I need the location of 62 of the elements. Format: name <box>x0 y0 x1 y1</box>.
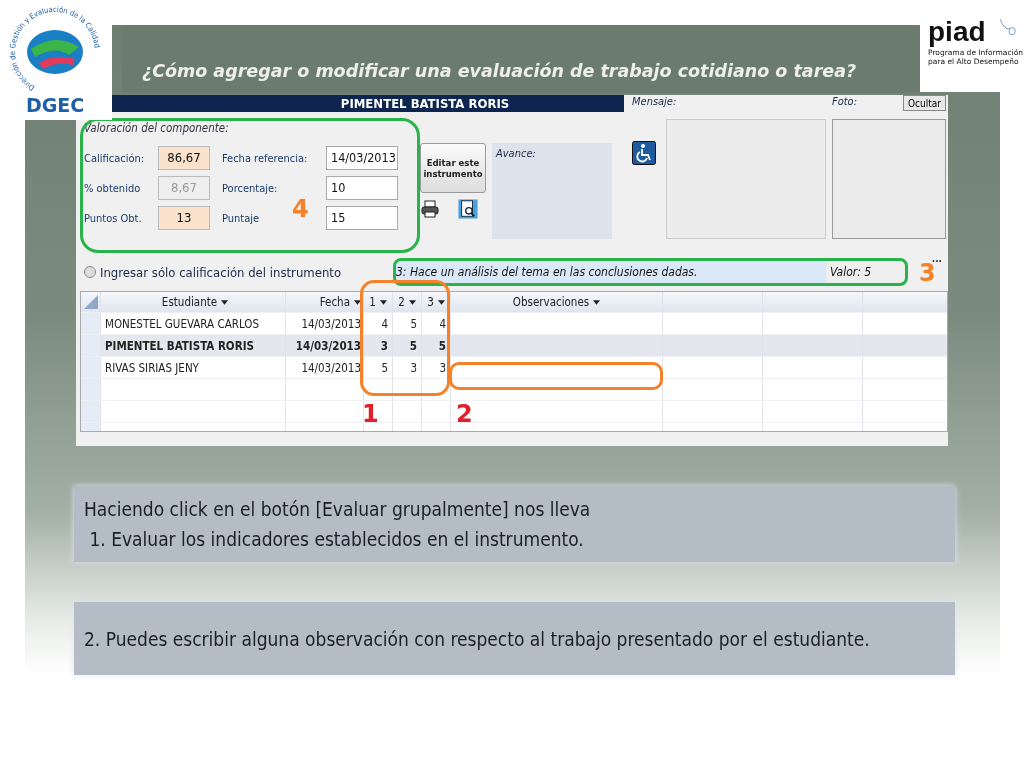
logo-text: DGEC <box>26 94 85 116</box>
caret-icon[interactable] <box>354 299 361 305</box>
field-label: Puntos Obt. <box>84 211 143 225</box>
edit-button[interactable]: Editar este instrumento <box>420 143 486 193</box>
message-label: Mensaje: <box>632 95 678 109</box>
caret-icon[interactable] <box>221 299 229 305</box>
step-number: 4 <box>292 195 309 223</box>
step-number: 2 <box>456 400 473 428</box>
radio-button[interactable] <box>84 266 96 278</box>
table-cell: 3 <box>380 338 388 353</box>
table-cell: 4 <box>381 316 388 331</box>
field-label: Fecha referencia: <box>222 151 308 165</box>
printer-icon[interactable] <box>420 199 440 219</box>
field-label: Puntaje <box>222 211 260 225</box>
wheelchair-icon[interactable] <box>632 141 656 165</box>
caret-icon[interactable] <box>437 299 445 305</box>
field-label: Porcentaje: <box>222 181 278 195</box>
slide-title: ¿Cómo agregar o modificar una evaluación de trabajo cotidiano o tarea? <box>142 61 857 81</box>
column-header[interactable]: 1 <box>364 292 393 312</box>
table-cell: 14/03/2013 <box>295 338 361 353</box>
note-text: 2. Puedes escribir alguna observación con respecto al trabajo presentado por el estudiante. <box>84 626 871 652</box>
column-header[interactable]: Fecha <box>286 292 364 312</box>
hide-button[interactable]: Ocultar <box>903 95 946 111</box>
note-text: Haciendo click en el botón [Evaluar grupalmente] nos lleva <box>84 497 592 522</box>
table-cell: 5 <box>438 338 446 353</box>
table-cell: PIMENTEL BATISTA RORIS <box>105 338 254 353</box>
criterion-text: 3: Hace un análisis del tema en las conclusiones dadas. <box>396 265 698 279</box>
table-cell: 4 <box>439 316 446 331</box>
field-label: Calificación: <box>84 151 146 165</box>
column-header[interactable]: Estudiante <box>101 292 286 312</box>
caret-icon[interactable] <box>379 299 387 305</box>
input-field[interactable]: 14/03/2013 <box>326 146 398 170</box>
caret-icon[interactable] <box>408 299 416 305</box>
step-number: 1 <box>362 400 379 428</box>
table-cell: 5 <box>381 360 388 375</box>
table-cell: RIVAS SIRIAS JENY <box>105 360 199 375</box>
panel-label: Avance: <box>496 147 536 160</box>
more-text: ... <box>931 253 942 264</box>
note-text: 1. Evaluar los indicadores establecidos en el instrumento. <box>88 527 585 552</box>
group-title: Valoración del componente: <box>84 121 230 135</box>
table-cell: MONESTEL GUEVARA CARLOS <box>105 316 259 331</box>
table-cell: 5 <box>410 316 417 331</box>
column-header[interactable]: Observaciones <box>451 292 663 312</box>
table-cell: 14/03/2013 <box>301 360 361 375</box>
field-label: % obtenido <box>84 181 142 195</box>
radio-label: Ingresar sólo calificación del instrumento <box>100 264 342 280</box>
photo-label: Foto: <box>832 95 857 109</box>
table-cell: 3 <box>439 360 446 375</box>
value-text: Valor: 5 <box>830 265 872 279</box>
column-header[interactable]: 3 <box>422 292 451 312</box>
column-header[interactable]: 2 <box>393 292 422 312</box>
table-cell: 5 <box>409 338 417 353</box>
caret-icon[interactable] <box>593 299 601 305</box>
table-cell: 3 <box>410 360 417 375</box>
value-field: 8,67 <box>158 176 210 200</box>
value-field: 86,67 <box>158 146 210 170</box>
logo-text: piad <box>928 16 986 48</box>
input-field[interactable]: 15 <box>326 206 398 230</box>
table-cell: 14/03/2013 <box>301 316 361 331</box>
preview-icon[interactable] <box>458 199 478 219</box>
input-field[interactable]: 10 <box>326 176 398 200</box>
value-field: 13 <box>158 206 210 230</box>
